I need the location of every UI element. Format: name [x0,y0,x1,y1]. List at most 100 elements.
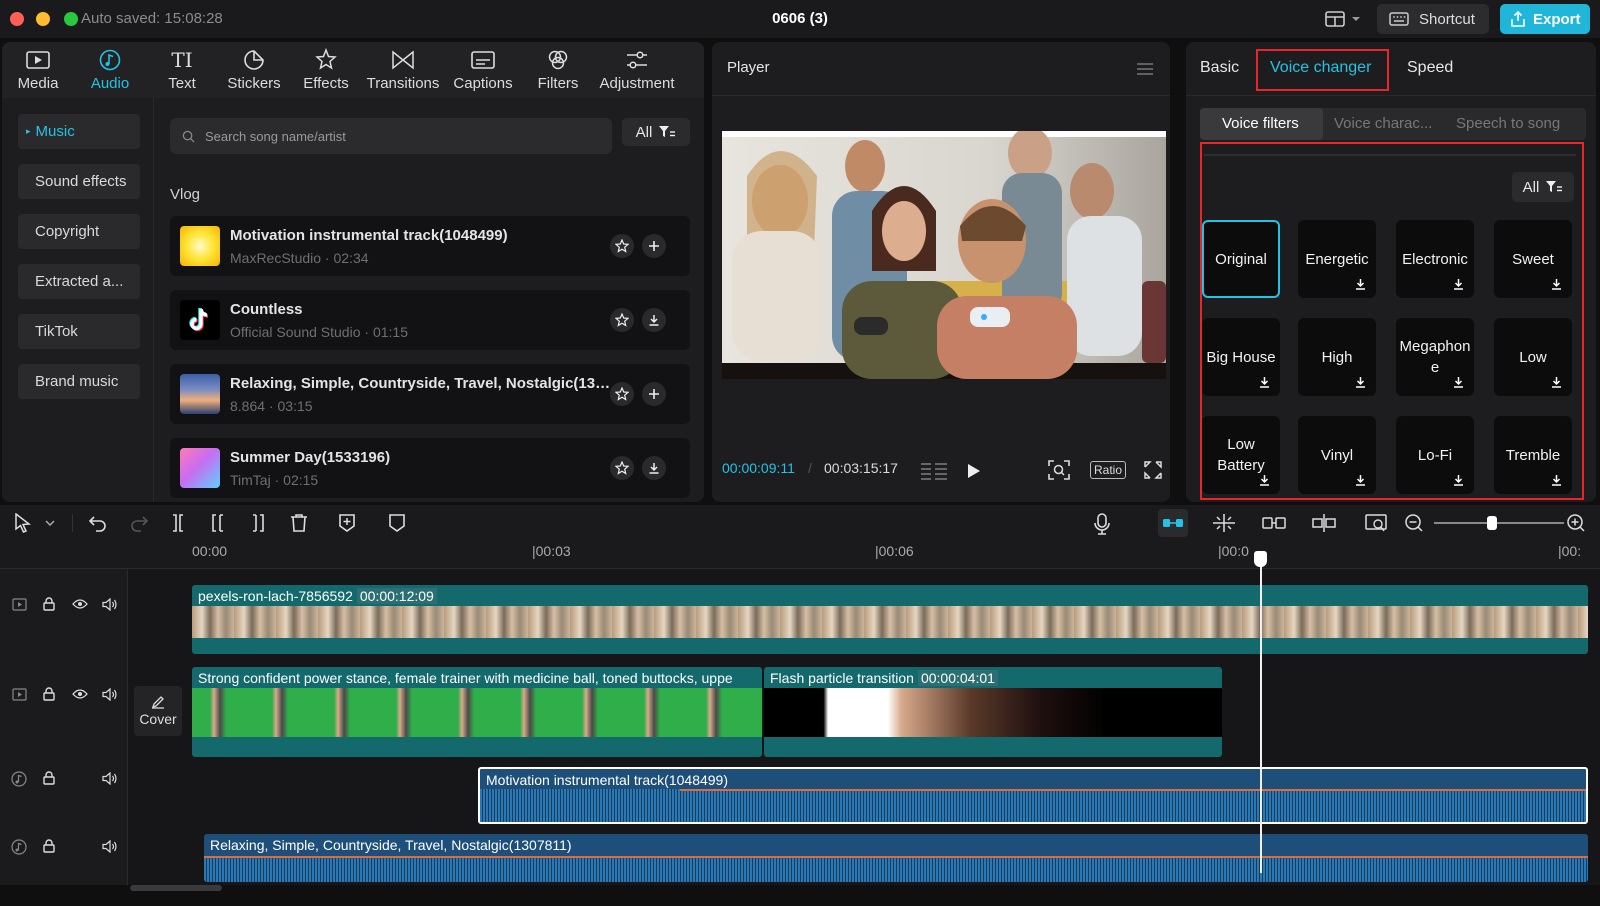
favorite-button[interactable] [610,234,634,258]
lock-icon[interactable] [43,597,55,611]
timeline-ruler[interactable]: 00:00 |00:03 |00:06 |00:0 |00: [0,541,1600,569]
preview-axis-icon[interactable] [1312,513,1336,533]
fit-screen-icon[interactable] [1048,460,1070,480]
add-marker-icon[interactable] [338,513,356,533]
select-cursor-icon[interactable] [14,513,32,533]
tool-media[interactable]: Media [2,42,74,98]
zoom-slider-handle[interactable] [1487,516,1497,530]
main-track-magnet-button[interactable] [1158,509,1188,537]
voice-filter-high[interactable]: High [1298,318,1376,396]
download-button[interactable] [642,308,666,332]
zoom-in-icon[interactable] [1566,513,1586,533]
lock-icon[interactable] [43,771,55,785]
audio-clip-relaxing[interactable]: Relaxing, Simple, Countryside, Travel, N… [204,834,1588,882]
voice-filter-category-button[interactable]: All [1512,172,1574,202]
redo-icon[interactable] [129,513,149,533]
voice-filter-tremble[interactable]: Tremble [1494,416,1572,494]
voice-filter-energetic[interactable]: Energetic [1298,220,1376,298]
voice-filter-sweet[interactable]: Sweet [1494,220,1572,298]
split-icon[interactable] [170,513,186,533]
tool-adjustment[interactable]: Adjustment [594,42,680,98]
split-left-icon[interactable] [210,513,226,533]
playhead[interactable] [1260,553,1262,873]
voice-filter-original[interactable]: Original [1202,220,1280,298]
speaker-icon[interactable] [102,598,117,611]
cover-button[interactable]: Cover [134,686,182,736]
tool-transitions[interactable]: Transitions [362,42,444,98]
song-item[interactable]: Summer Day(1533196) TimTaj · 02:15 [170,438,690,498]
speaker-icon[interactable] [102,840,117,853]
minimize-window-button[interactable] [36,12,50,26]
voice-filter-electronic[interactable]: Electronic [1396,220,1474,298]
nav-extracted-audio[interactable]: Extracted a... [18,264,140,299]
voice-filter-low[interactable]: Low [1494,318,1572,396]
export-button[interactable]: Export [1500,4,1590,34]
tab-basic[interactable]: Basic [1200,59,1239,77]
audio-clip-motivation[interactable]: Motivation instrumental track(1048499) [478,767,1588,824]
song-search-input[interactable]: Search song name/artist [170,118,612,154]
add-to-timeline-button[interactable] [642,234,666,258]
tool-effects[interactable]: Effects [290,42,362,98]
video-preview[interactable] [722,131,1166,379]
song-item[interactable]: Countless Official Sound Studio · 01:15 [170,290,690,350]
lock-icon[interactable] [43,839,55,853]
chevron-down-icon[interactable] [45,520,55,526]
speaker-icon[interactable] [102,688,117,701]
split-right-icon[interactable] [250,513,266,533]
nav-music[interactable]: ▸ Music [18,114,140,149]
nav-brand-music[interactable]: Brand music [18,364,140,399]
fullscreen-icon[interactable] [1144,461,1162,479]
song-item[interactable]: Relaxing, Simple, Countryside, Travel, N… [170,364,690,424]
tool-stickers[interactable]: Stickers [218,42,290,98]
transition-effect-clip[interactable]: Flash particle transition 00:00:04:01 [764,667,1222,757]
overlay-video-clip[interactable]: Strong confident power stance, female tr… [192,667,762,757]
favorite-button[interactable] [610,308,634,332]
tab-speed[interactable]: Speed [1407,59,1453,77]
speaker-icon[interactable] [102,772,117,785]
eye-icon[interactable] [72,599,88,609]
favorite-button[interactable] [610,456,634,480]
main-video-clip[interactable]: pexels-ron-lach-7856592 00:00:12:09 [192,585,1588,654]
microphone-icon[interactable] [1094,513,1110,535]
favorite-button[interactable] [610,382,634,406]
voice-filter-lo-fi[interactable]: Lo-Fi [1396,416,1474,494]
tool-text[interactable]: TI Text [146,42,218,98]
voice-filter-low-battery[interactable]: Low Battery [1202,416,1280,494]
zoom-slider-track[interactable] [1434,522,1564,524]
eye-icon[interactable] [72,689,88,699]
nav-copyright[interactable]: Copyright [18,214,140,249]
zoom-out-icon[interactable] [1404,513,1424,533]
add-to-timeline-button[interactable] [642,382,666,406]
tool-captions[interactable]: Captions [444,42,522,98]
shortcut-button[interactable]: Shortcut [1377,4,1489,34]
subtab-voice-characters[interactable]: Voice charac... [1334,115,1432,132]
subtab-voice-filters[interactable]: Voice filters [1222,115,1299,132]
timecode-grid-icon[interactable] [920,462,948,480]
marker-icon[interactable] [388,513,406,533]
zoom-to-fit-icon[interactable] [1364,513,1388,533]
song-item[interactable]: Motivation instrumental track(1048499) M… [170,216,690,276]
library-filter-button[interactable]: All [622,118,690,146]
voice-filter-big-house[interactable]: Big House [1202,318,1280,396]
tool-filters[interactable]: Filters [522,42,594,98]
maximize-window-button[interactable] [64,12,78,26]
close-window-button[interactable] [10,12,24,26]
menu-icon[interactable] [1136,62,1154,76]
layout-menu-button[interactable] [1325,8,1371,30]
play-icon[interactable] [967,463,981,479]
download-button[interactable] [642,456,666,480]
tool-audio[interactable]: Audio [74,42,146,98]
undo-icon[interactable] [88,513,108,533]
playhead-handle[interactable] [1254,551,1267,567]
nav-sound-effects[interactable]: Sound effects [18,164,140,199]
timeline-horizontal-scrollbar[interactable] [130,885,222,891]
subtab-speech-to-song[interactable]: Speech to song [1456,115,1560,132]
link-clips-icon[interactable] [1262,513,1286,533]
delete-icon[interactable] [290,513,308,533]
nav-tiktok[interactable]: TikTok [18,314,140,349]
voice-filter-megaphone[interactable]: Megaphone [1396,318,1474,396]
voice-filter-vinyl[interactable]: Vinyl [1298,416,1376,494]
lock-icon[interactable] [43,687,55,701]
ratio-button[interactable]: Ratio [1090,461,1127,479]
auto-snap-icon[interactable] [1212,513,1236,533]
